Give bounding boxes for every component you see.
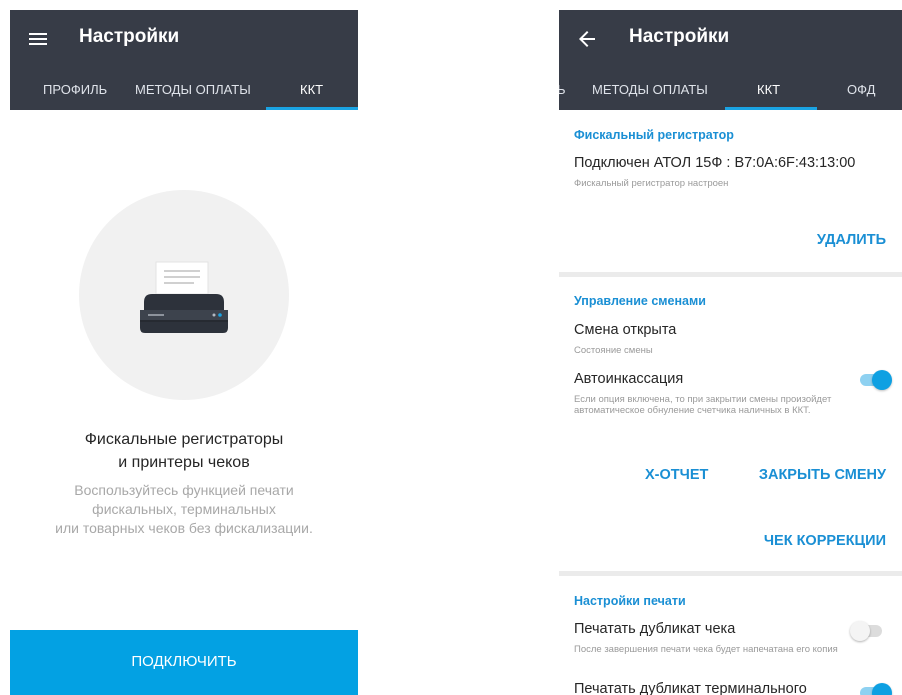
right-screen: Настройки ь МЕТОДЫ ОПЛАТЫ ККТ ОФД Фискал… <box>559 10 902 695</box>
duplicate-receipt-toggle[interactable] <box>850 621 884 641</box>
empty-state-description-line: Воспользуйтесь функцией печати <box>74 482 294 498</box>
section-title: Фискальный регистратор <box>574 128 734 142</box>
empty-state-title-line: и принтеры чеков <box>118 454 250 471</box>
close-shift-button[interactable]: ЗАКРЫТЬ СМЕНУ <box>759 467 886 483</box>
tab-kkt[interactable]: ККТ <box>300 82 323 97</box>
tab-kkt[interactable]: ККТ <box>757 82 780 97</box>
print-settings-card: Настройки печати Печатать дубликат чека … <box>559 576 902 695</box>
tab-payment-methods[interactable]: МЕТОДЫ ОПЛАТЫ <box>592 82 708 97</box>
empty-state-description-line: фискальных, терминальных <box>92 501 276 517</box>
fiscal-printer-icon <box>140 261 228 333</box>
section-title: Управление сменами <box>574 294 706 308</box>
auto-collect-toggle[interactable] <box>858 370 892 390</box>
delete-button[interactable]: УДАЛИТЬ <box>817 232 886 248</box>
auto-collect-description: Если опция включена, то при закрытии сме… <box>574 394 832 416</box>
section-title: Настройки печати <box>574 594 686 608</box>
empty-state-title-line: Фискальные регистраторы <box>84 431 284 448</box>
connect-button[interactable]: ПОДКЛЮЧИТЬ <box>10 630 358 695</box>
active-tab-indicator <box>266 107 358 110</box>
auto-collect-label: Автоинкассация <box>574 371 684 387</box>
x-report-button[interactable]: X-ОТЧЕТ <box>645 467 708 483</box>
app-bar: Настройки ь МЕТОДЫ ОПЛАТЫ ККТ ОФД <box>559 10 902 110</box>
tab-profile[interactable]: ь <box>559 82 566 97</box>
shift-status: Смена открыта <box>574 322 677 338</box>
empty-state-description-line: или товарных чеков без фискализации. <box>55 520 313 536</box>
empty-state-title: Фискальные регистраторы и принтеры чеков <box>10 428 358 474</box>
shift-management-card: Управление сменами Смена открыта Состоян… <box>559 277 902 571</box>
arrow-back-icon[interactable] <box>575 27 599 51</box>
page-title: Настройки <box>79 26 180 47</box>
terminal-duplicate-toggle[interactable] <box>858 683 892 695</box>
toggle-thumb <box>850 621 870 641</box>
duplicate-receipt-description: После завершения печати чека будет напеч… <box>574 644 838 655</box>
tab-bar: ПРОФИЛЬ МЕТОДЫ ОПЛАТЫ ККТ <box>10 72 358 110</box>
terminal-duplicate-label: Печатать дубликат терминального <box>574 681 807 695</box>
hamburger-menu-icon[interactable] <box>26 27 50 51</box>
empty-state-description: Воспользуйтесь функцией печати фискальны… <box>10 481 358 538</box>
fiscal-status: Подключен АТОЛ 15Ф : B7:0A:6F:43:13:00 <box>574 155 856 171</box>
fiscal-status-sub: Фискальный регистратор настроен <box>574 178 729 189</box>
correction-receipt-button[interactable]: ЧЕК КОРРЕКЦИИ <box>764 533 886 549</box>
left-screen: Настройки ПРОФИЛЬ МЕТОДЫ ОПЛАТЫ ККТ Фиск… <box>10 10 358 695</box>
tab-bar: ь МЕТОДЫ ОПЛАТЫ ККТ ОФД <box>559 72 902 110</box>
empty-state-illustration <box>79 190 289 400</box>
tab-payment-methods[interactable]: МЕТОДЫ ОПЛАТЫ <box>135 82 251 97</box>
toggle-thumb <box>872 370 892 390</box>
toggle-thumb <box>872 683 892 695</box>
page-title: Настройки <box>629 26 730 47</box>
duplicate-receipt-label: Печатать дубликат чека <box>574 621 736 637</box>
fiscal-registrar-card: Фискальный регистратор Подключен АТОЛ 15… <box>559 110 902 272</box>
tab-profile[interactable]: ПРОФИЛЬ <box>43 82 107 97</box>
connect-button-label: ПОДКЛЮЧИТЬ <box>131 653 237 670</box>
shift-status-sub: Состояние смены <box>574 345 653 356</box>
app-bar: Настройки ПРОФИЛЬ МЕТОДЫ ОПЛАТЫ ККТ <box>10 10 358 110</box>
tab-ofd[interactable]: ОФД <box>847 82 875 97</box>
